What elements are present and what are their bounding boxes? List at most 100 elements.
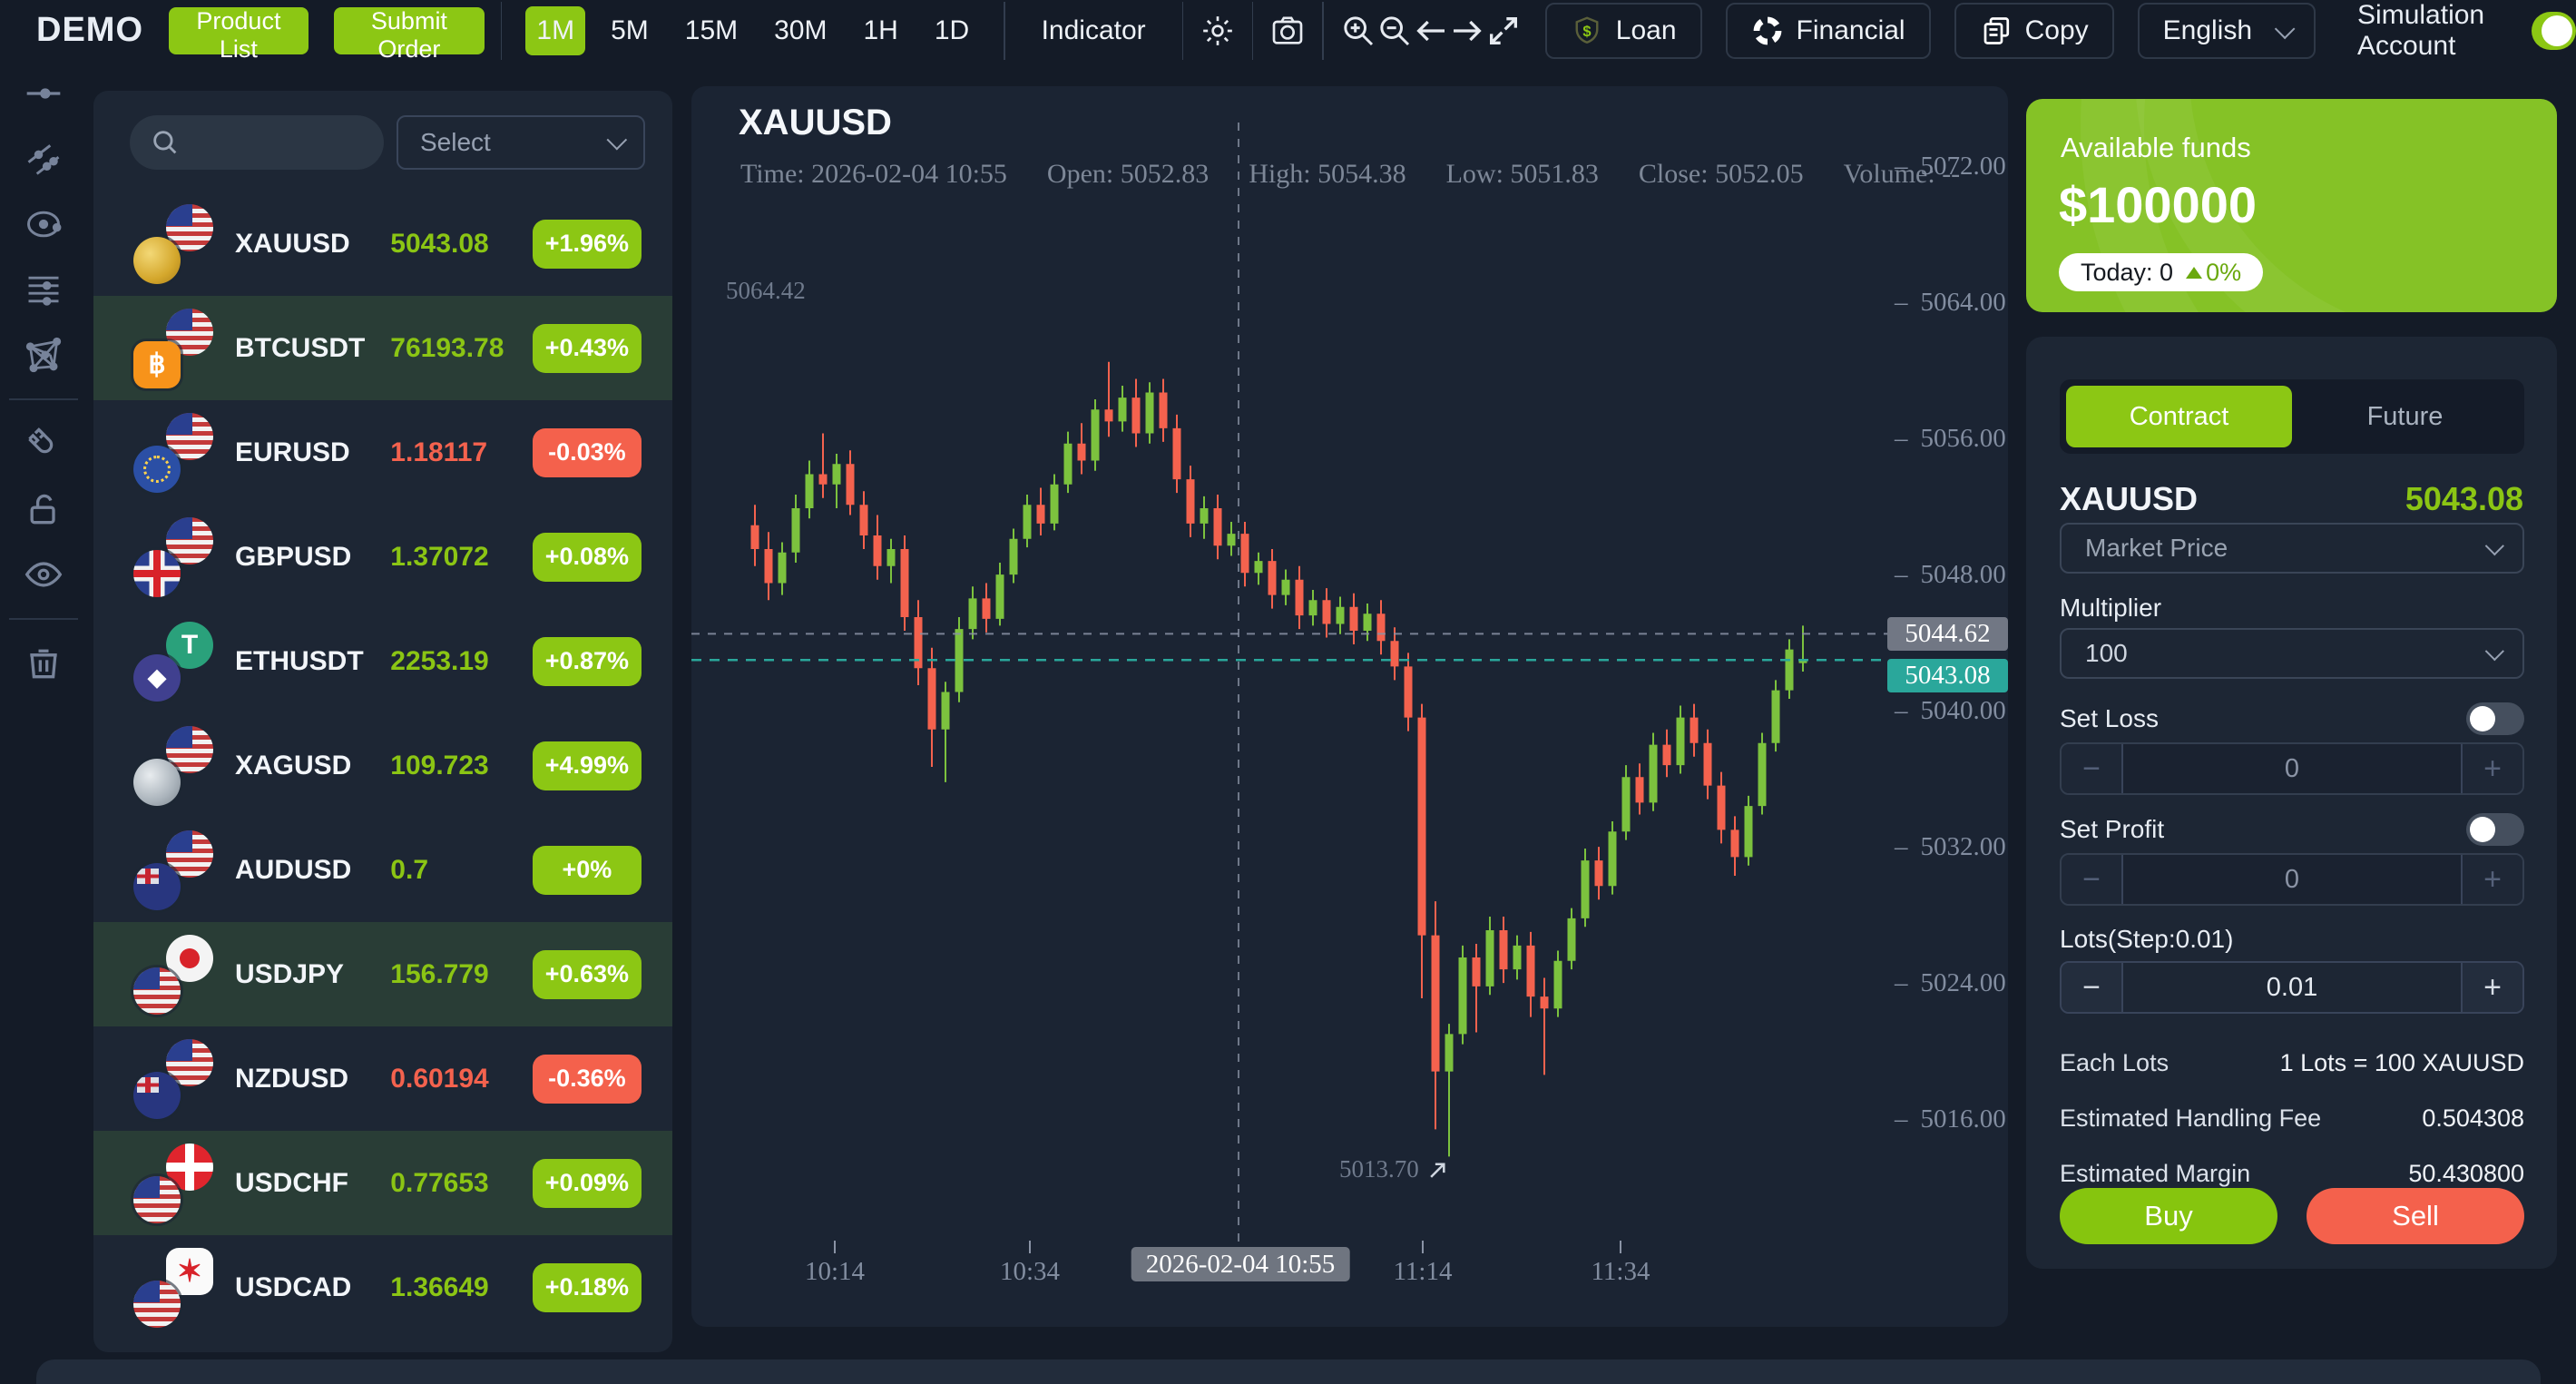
instrument-pair-icon	[133, 309, 213, 388]
submit-order-button[interactable]: Submit Order	[334, 7, 485, 54]
pan-right-arrow-icon[interactable]	[1449, 5, 1485, 56]
watchlist-header: Select	[93, 91, 672, 179]
screenshot-camera-icon[interactable]	[1269, 5, 1306, 56]
unlock-tool-icon[interactable]	[16, 482, 71, 536]
visibility-eye-icon[interactable]	[16, 547, 71, 602]
timeframe-1d[interactable]: 1D	[924, 6, 980, 55]
bottom-panel-edge[interactable]	[36, 1359, 2541, 1384]
instrument-symbol: AUDUSD	[235, 855, 390, 886]
timeframe-30m[interactable]: 30M	[763, 6, 837, 55]
order-ticket-panel: Contract Future XAUUSD 5043.08 Market Pr…	[2026, 337, 2557, 1269]
tab-contract[interactable]: Contract	[2066, 386, 2292, 447]
lots-stepper: − 0.01 +	[2060, 961, 2524, 1014]
tab-future[interactable]: Future	[2292, 386, 2518, 447]
set-profit-value[interactable]: 0	[2123, 855, 2461, 904]
delete-trash-icon[interactable]	[16, 636, 71, 691]
watchlist-row-usdjpy[interactable]: USDJPY156.779+0.63%	[93, 922, 672, 1026]
chart-symbol-title: XAUUSD	[739, 103, 892, 143]
timeframe-5m[interactable]: 5M	[600, 6, 660, 55]
info-label: Estimated Margin	[2060, 1160, 2250, 1188]
category-select-label: Select	[420, 128, 491, 157]
increase-button[interactable]: +	[2461, 963, 2522, 1012]
product-list-button[interactable]: Product List	[169, 7, 309, 54]
decrease-button[interactable]: −	[2062, 744, 2123, 793]
symbol-search[interactable]	[130, 115, 384, 170]
crosshair-time-tag: 2026-02-04 10:55	[1131, 1247, 1350, 1281]
simulation-account-control: Simulation Account	[2357, 0, 2576, 62]
change-badge: +4.99%	[533, 741, 642, 790]
timeframe-1m[interactable]: 1M	[525, 6, 585, 55]
increase-button[interactable]: +	[2461, 855, 2522, 904]
instrument-pair-icon	[133, 1144, 213, 1223]
buy-button[interactable]: Buy	[2060, 1188, 2277, 1244]
timeframe-group: 1M 5M 15M 30M 1H 1D	[518, 6, 987, 55]
candlestick-chart[interactable]	[691, 86, 2008, 1327]
change-badge: +0.87%	[533, 637, 642, 686]
set-loss-toggle[interactable]	[2466, 702, 2524, 735]
zoom-out-icon[interactable]	[1376, 5, 1413, 56]
watchlist-row-btcusdt[interactable]: BTCUSDT76193.78+0.43%	[93, 296, 672, 400]
financial-button[interactable]: Financial	[1726, 3, 1931, 59]
instrument-symbol: EURUSD	[235, 437, 390, 468]
watchlist-row-usdcad[interactable]: USDCAD1.36649+0.18%	[93, 1235, 672, 1340]
multiplier-select[interactable]: 100	[2060, 628, 2524, 679]
horizontal-line-tool-icon[interactable]	[16, 66, 71, 121]
ohlc-item: Open: 5052.83	[1047, 159, 1209, 190]
settings-gear-icon[interactable]	[1200, 5, 1236, 56]
copy-icon	[1980, 15, 2013, 47]
fibonacci-tool-icon[interactable]	[16, 262, 71, 317]
decrease-button[interactable]: −	[2062, 855, 2123, 904]
watchlist-row-xagusd[interactable]: XAGUSD109.723+4.99%	[93, 713, 672, 818]
simulation-account-toggle[interactable]	[2532, 12, 2576, 50]
up-triangle-icon	[2186, 267, 2202, 279]
watchlist-row-usdchf[interactable]: USDCHF0.77653+0.09%	[93, 1131, 672, 1235]
xabcd-pattern-tool-icon[interactable]	[16, 328, 71, 382]
copy-button[interactable]: Copy	[1954, 3, 2114, 59]
timeframe-1h[interactable]: 1H	[852, 6, 908, 55]
set-loss-value[interactable]: 0	[2123, 744, 2461, 793]
y-axis-tick: –5048.00	[1895, 560, 2006, 590]
y-axis-tick: –5032.00	[1895, 832, 2006, 862]
fullscreen-expand-icon[interactable]	[1485, 5, 1522, 56]
lots-label: Lots(Step:0.01)	[2060, 925, 2233, 954]
set-profit-toggle[interactable]	[2466, 813, 2524, 846]
watchlist-row-ethusdt[interactable]: ETHUSDT2253.19+0.87%	[93, 609, 672, 713]
order-type-select[interactable]: Market Price	[2060, 523, 2524, 574]
silver-icon	[133, 759, 181, 806]
contract-future-tabs: Contract Future	[2060, 379, 2524, 454]
instrument-pair-icon	[133, 413, 213, 493]
timeframe-15m[interactable]: 15M	[674, 6, 749, 55]
watchlist-row-audusd[interactable]: AUDUSD0.7+0%	[93, 818, 672, 922]
loan-button[interactable]: $ Loan	[1545, 3, 1702, 59]
us-icon	[133, 1281, 181, 1328]
decrease-button[interactable]: −	[2062, 963, 2123, 1012]
watchlist-row-eurusd[interactable]: EURUSD1.18117-0.03%	[93, 400, 672, 505]
y-axis-tick: –5072.00	[1895, 152, 2006, 182]
change-badge: +0%	[533, 846, 642, 895]
category-select[interactable]: Select	[397, 115, 645, 170]
chevron-down-icon	[607, 130, 628, 151]
ticket-info-row: Estimated Margin50.430800	[2060, 1160, 2524, 1188]
instrument-price: 5043.08	[390, 229, 532, 260]
watchlist-row-xauusd[interactable]: XAUUSD5043.08+1.96%	[93, 191, 672, 296]
ellipse-tool-icon[interactable]	[16, 197, 71, 251]
language-select[interactable]: English	[2138, 3, 2316, 59]
lots-value[interactable]: 0.01	[2123, 963, 2461, 1012]
magnet-tool-icon[interactable]	[16, 417, 71, 471]
pan-left-arrow-icon[interactable]	[1413, 5, 1449, 56]
x-axis-tick: 10:14	[805, 1257, 865, 1287]
instrument-price: 1.18117	[390, 437, 532, 468]
sell-button[interactable]: Sell	[2307, 1188, 2524, 1244]
watchlist-row-nzdusd[interactable]: NZDUSD0.60194-0.36%	[93, 1026, 672, 1131]
zoom-in-icon[interactable]	[1340, 5, 1376, 56]
drawing-tool-rail	[0, 61, 86, 1384]
watchlist-row-gbpusd[interactable]: GBPUSD1.37072+0.08%	[93, 505, 672, 609]
brand-logo: DEMO	[36, 11, 143, 50]
search-input[interactable]	[190, 129, 362, 157]
trend-lines-tool-icon[interactable]	[16, 132, 71, 186]
indicator-button[interactable]: Indicator	[1022, 15, 1166, 46]
change-badge: +0.09%	[533, 1159, 642, 1208]
increase-button[interactable]: +	[2461, 744, 2522, 793]
instrument-symbol: BTCUSDT	[235, 333, 390, 364]
ticket-symbol: XAUUSD	[2060, 480, 2198, 518]
